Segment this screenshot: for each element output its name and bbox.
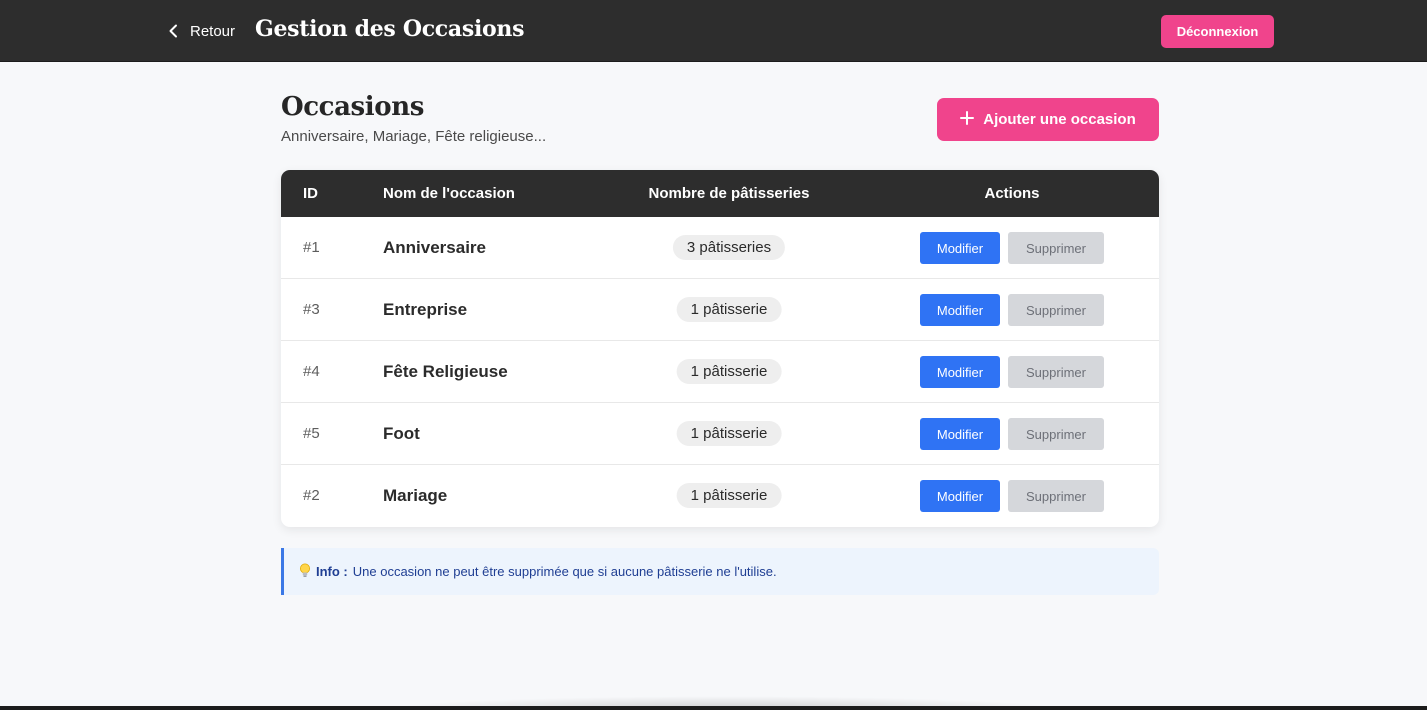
occasions-table: ID Nom de l'occasion Nombre de pâtisseri…	[281, 170, 1159, 527]
column-header-id: ID	[303, 185, 318, 202]
occasion-name: Fête Religieuse	[383, 362, 508, 381]
window-edge	[0, 706, 1427, 710]
pastry-count-badge: 1 pâtisserie	[676, 359, 782, 384]
column-header-name: Nom de l'occasion	[383, 185, 515, 202]
delete-button[interactable]: Supprimer	[1008, 232, 1104, 264]
edit-button[interactable]: Modifier	[920, 356, 1000, 388]
occasion-name: Mariage	[383, 486, 448, 505]
pastry-count-badge: 3 pâtisseries	[672, 235, 786, 260]
back-link[interactable]: Retour	[168, 19, 235, 43]
table-row: #3 Entreprise 1 pâtisserie Modifier Supp…	[281, 279, 1159, 341]
delete-button[interactable]: Supprimer	[1008, 418, 1104, 450]
column-header-count: Nombre de pâtisseries	[648, 185, 810, 202]
edit-button[interactable]: Modifier	[920, 232, 1000, 264]
info-notice: Info : Une occasion ne peut être supprim…	[281, 548, 1159, 595]
logout-button[interactable]: Déconnexion	[1161, 15, 1274, 48]
info-label: Info :	[316, 564, 348, 579]
back-label: Retour	[190, 22, 236, 40]
occasion-id: #3	[303, 301, 320, 318]
occasion-id: #5	[303, 425, 320, 442]
page-title: Occasions	[281, 92, 424, 122]
top-navbar: Retour Gestion des Occasions Déconnexion	[0, 0, 1427, 62]
edit-button[interactable]: Modifier	[920, 418, 1000, 450]
table-row: #2 Mariage 1 pâtisserie Modifier Supprim…	[281, 465, 1159, 527]
add-occasion-button[interactable]: Ajouter une occasion	[937, 98, 1159, 141]
app-title: Gestion des Occasions	[255, 16, 525, 42]
delete-button[interactable]: Supprimer	[1008, 356, 1104, 388]
delete-button[interactable]: Supprimer	[1008, 480, 1104, 512]
edit-button[interactable]: Modifier	[920, 294, 1000, 326]
occasion-id: #1	[303, 239, 320, 256]
delete-button[interactable]: Supprimer	[1008, 294, 1104, 326]
occasion-id: #2	[303, 487, 320, 504]
add-occasion-label: Ajouter une occasion	[983, 111, 1136, 128]
edit-button[interactable]: Modifier	[920, 480, 1000, 512]
table-row: #1 Anniversaire 3 pâtisseries Modifier S…	[281, 217, 1159, 279]
page-subtitle: Anniversaire, Mariage, Fête religieuse..…	[281, 128, 547, 145]
occasion-name: Foot	[383, 424, 420, 443]
occasion-id: #4	[303, 363, 320, 380]
pastry-count-badge: 1 pâtisserie	[676, 421, 782, 446]
info-text: Une occasion ne peut être supprimée que …	[352, 564, 777, 579]
occasion-name: Entreprise	[383, 300, 468, 319]
plus-icon	[960, 110, 975, 129]
column-header-actions: Actions	[984, 185, 1040, 202]
occasion-name: Anniversaire	[383, 238, 486, 257]
table-header: ID Nom de l'occasion Nombre de pâtisseri…	[281, 170, 1159, 217]
chevron-left-icon	[168, 24, 180, 38]
table-row: #4 Fête Religieuse 1 pâtisserie Modifier…	[281, 341, 1159, 403]
lightbulb-icon	[299, 563, 311, 581]
pastry-count-badge: 1 pâtisserie	[676, 483, 782, 508]
table-row: #5 Foot 1 pâtisserie Modifier Supprimer	[281, 403, 1159, 465]
pastry-count-badge: 1 pâtisserie	[676, 297, 782, 322]
